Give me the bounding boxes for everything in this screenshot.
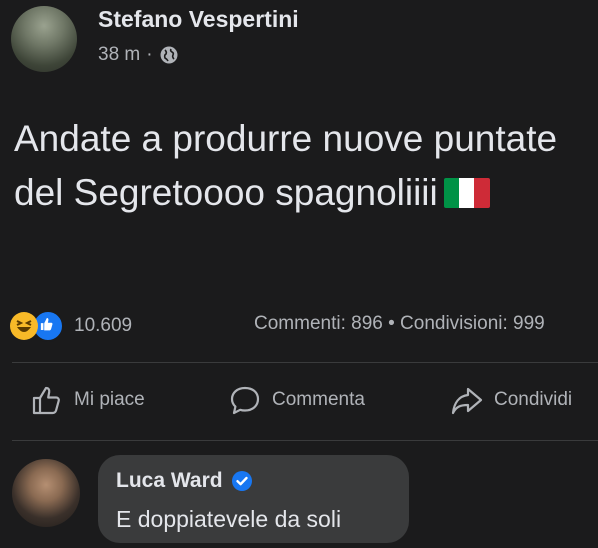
- verified-badge-icon: [231, 471, 252, 491]
- comment-author: Luca Ward: [116, 469, 253, 493]
- meta-separator: ·: [146, 44, 153, 65]
- flag-red: [474, 178, 490, 208]
- comments-shares-stats[interactable]: Commenti: 896 • Condivisioni: 999: [254, 313, 545, 335]
- divider-bottom: [12, 440, 598, 441]
- haha-reaction-icon: [10, 312, 38, 340]
- flag-green: [443, 178, 460, 208]
- comment-button-label: Commenta: [272, 389, 365, 410]
- post-time[interactable]: 38 m: [98, 44, 140, 66]
- comment-author-name[interactable]: Luca Ward: [116, 469, 223, 493]
- share-button-label: Condividi: [494, 389, 573, 410]
- comment-text: E doppiatevele da soli: [116, 506, 342, 532]
- post-author-name[interactable]: Stefano Vespertini: [98, 6, 299, 33]
- like-button-label: Mi piace: [74, 389, 145, 410]
- author-avatar[interactable]: [11, 6, 77, 72]
- post-text: Andate a produrre nuove puntate del Segr…: [14, 112, 574, 220]
- flag-white: [459, 178, 475, 208]
- reaction-count[interactable]: 10.609: [74, 315, 132, 337]
- comment-button[interactable]: Commenta: [228, 383, 365, 417]
- italy-flag-icon: [443, 178, 490, 208]
- comment-icon: [230, 386, 260, 415]
- share-button[interactable]: Condividi: [450, 383, 572, 417]
- post-meta: 38 m ·: [98, 44, 179, 66]
- thumbs-up-icon: [32, 386, 60, 415]
- commenter-avatar[interactable]: [12, 459, 80, 527]
- divider-top: [12, 362, 598, 363]
- like-button[interactable]: Mi piace: [30, 383, 145, 417]
- share-icon: [451, 387, 483, 415]
- globe-icon: [159, 45, 179, 65]
- reactions-summary[interactable]: 10.609: [10, 310, 132, 342]
